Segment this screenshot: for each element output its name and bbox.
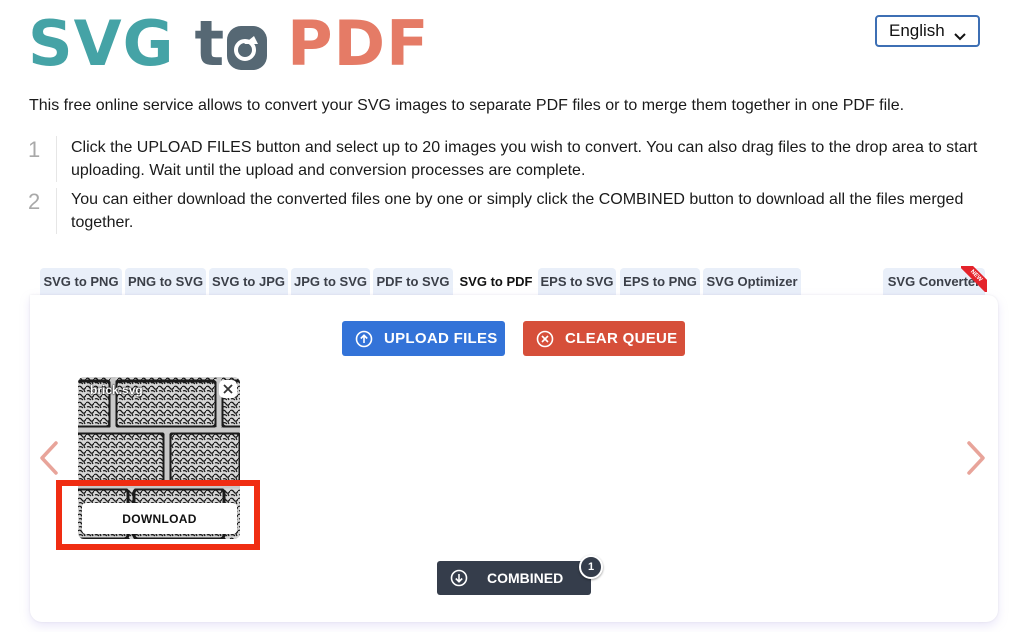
- logo-to-text: t: [195, 13, 268, 75]
- step-number: 1: [26, 136, 57, 182]
- carousel-next-arrow[interactable]: [965, 440, 987, 481]
- upload-files-button[interactable]: UPLOAD FILES: [342, 321, 505, 356]
- clear-queue-button[interactable]: CLEAR QUEUE: [523, 321, 685, 356]
- tab-svg-to-pdf[interactable]: SVG to PDF: [455, 268, 537, 295]
- remove-file-button[interactable]: [219, 380, 237, 398]
- tab-eps-to-svg[interactable]: EPS to SVG: [538, 268, 616, 295]
- tab-svg-optimizer[interactable]: SVG Optimizer: [703, 268, 801, 295]
- tab-svg-to-png[interactable]: SVG to PNG: [40, 268, 122, 295]
- upload-files-label: UPLOAD FILES: [384, 330, 498, 347]
- instruction-steps: 1 Click the UPLOAD FILES button and sele…: [26, 136, 991, 240]
- new-ribbon: NEW: [961, 266, 987, 292]
- tab-label: EPS to SVG: [540, 274, 614, 289]
- tab-svg-converter[interactable]: SVG Converter NEW: [883, 266, 987, 295]
- tab-svg-to-jpg[interactable]: SVG to JPG: [209, 268, 288, 295]
- tab-eps-to-png[interactable]: EPS to PNG: [620, 268, 700, 295]
- combined-label: COMBINED: [487, 570, 564, 586]
- tab-pdf-to-svg[interactable]: PDF to SVG: [373, 268, 453, 295]
- tab-jpg-to-svg[interactable]: JPG to SVG: [291, 268, 370, 295]
- logo-svg-text: SVG: [28, 7, 175, 80]
- logo-pdf-text: PDF: [287, 7, 430, 80]
- chevron-down-icon: [954, 26, 966, 46]
- file-name: brick.svg: [90, 383, 143, 397]
- tab-png-to-svg[interactable]: PNG to SVG: [125, 268, 206, 295]
- site-logo[interactable]: SVG t PDF: [28, 4, 429, 84]
- tab-label: SVG Optimizer: [706, 274, 798, 289]
- clear-queue-label: CLEAR QUEUE: [565, 330, 678, 347]
- logo-t: t: [194, 7, 226, 80]
- step-text: Click the UPLOAD FILES button and select…: [71, 139, 978, 179]
- tab-label: JPG to SVG: [294, 274, 367, 289]
- tab-label: PNG to SVG: [127, 274, 204, 289]
- tab-label: SVG to PNG: [43, 274, 119, 289]
- download-circle-icon: [450, 569, 468, 587]
- file-count-badge: 1: [579, 555, 603, 579]
- upload-icon: [355, 330, 373, 348]
- tab-label: SVG to JPG: [212, 274, 285, 289]
- language-select[interactable]: English: [875, 15, 980, 47]
- tab-label: PDF to SVG: [376, 274, 450, 289]
- step-text: You can either download the converted fi…: [71, 191, 964, 231]
- highlight-box: [56, 480, 260, 550]
- tab-label: SVG to PDF: [459, 274, 533, 289]
- converter-panel[interactable]: UPLOAD FILES CLEAR QUEUE brick.svg DOWNL…: [30, 295, 998, 622]
- step-number: 2: [26, 188, 57, 234]
- tab-label: EPS to PNG: [623, 274, 697, 289]
- intro-text: This free online service allows to conve…: [29, 97, 905, 114]
- language-selected-value: English: [889, 21, 945, 40]
- carousel-prev-arrow[interactable]: [38, 440, 60, 481]
- close-icon: [223, 384, 233, 394]
- converter-tabs: SVG to PNG PNG to SVG SVG to JPG JPG to …: [40, 266, 1000, 295]
- step-item: 1 Click the UPLOAD FILES button and sele…: [26, 136, 991, 182]
- combined-button[interactable]: COMBINED: [437, 561, 591, 595]
- logo-arrow-icon: [227, 26, 268, 70]
- new-ribbon-text: NEW: [961, 266, 987, 292]
- step-item: 2 You can either download the converted …: [26, 188, 991, 234]
- clear-icon: [536, 330, 554, 348]
